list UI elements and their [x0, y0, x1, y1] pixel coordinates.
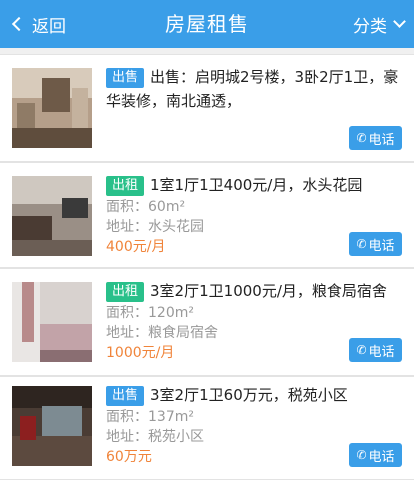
category-button[interactable]: 分类	[353, 0, 406, 48]
listing-type-badge: 出租	[106, 282, 145, 302]
listing-card[interactable]: 出售 3室2厅1卫60万元，税苑小区 面积：137m² 地址：税苑小区 60万元 …	[0, 376, 414, 480]
call-label: 电话	[368, 449, 395, 465]
call-label: 电话	[368, 132, 395, 148]
listing-title: 出售 出售：启明城2号楼，3卧2厅1卫，豪华装修，南北通透，	[106, 65, 400, 113]
call-button[interactable]: ✆ 电话	[349, 232, 402, 256]
listing-thumbnail	[12, 176, 92, 256]
call-label: 电话	[368, 238, 395, 254]
listing-area: 面积：120m²	[106, 305, 194, 321]
listing-price: 1000元/月	[106, 345, 175, 361]
call-button[interactable]: ✆ 电话	[349, 126, 402, 150]
listing-address: 地址：水头花园	[106, 219, 204, 235]
listing-type-badge: 出售	[106, 386, 145, 406]
listing-card[interactable]: 出租 1室1厅1卫400元/月，水头花园 面积：60m² 地址：水头花园 400元…	[0, 162, 414, 268]
listing-title: 出售 3室2厅1卫60万元，税苑小区	[106, 383, 400, 407]
phone-icon: ✆	[356, 343, 367, 357]
listing-card[interactable]: 出售 出售：启明城2号楼，3卧2厅1卫，豪华装修，南北通透， ✆ 电话	[0, 54, 414, 162]
listing-type-badge: 出租	[106, 176, 145, 196]
category-label: 分类	[353, 16, 387, 37]
listing-title-text: 3室2厅1卫60万元，税苑小区	[150, 386, 348, 404]
listing-thumbnail	[12, 68, 92, 148]
listing-area: 面积：60m²	[106, 199, 186, 215]
call-button[interactable]: ✆ 电话	[349, 443, 402, 467]
listing-type-badge: 出售	[106, 68, 145, 88]
phone-icon: ✆	[356, 131, 367, 145]
page-title: 房屋租售	[165, 12, 249, 36]
phone-icon: ✆	[356, 237, 367, 251]
call-button[interactable]: ✆ 电话	[349, 338, 402, 362]
listing-title: 出租 3室2厅1卫1000元/月，粮食局宿舍	[106, 279, 400, 303]
listing-title-text: 出售：启明城2号楼，3卧2厅1卫，豪华装修，南北通透，	[106, 68, 399, 110]
listing-title: 出租 1室1厅1卫400元/月，水头花园	[106, 173, 400, 197]
listing-thumbnail	[12, 386, 92, 466]
call-label: 电话	[368, 344, 395, 360]
listing-price: 400元/月	[106, 239, 166, 255]
listing-card[interactable]: 出租 3室2厅1卫1000元/月，粮食局宿舍 面积：120m² 地址：粮食局宿舍 …	[0, 268, 414, 376]
listing-title-text: 1室1厅1卫400元/月，水头花园	[150, 176, 363, 194]
listing-address: 地址：粮食局宿舍	[106, 325, 218, 341]
listing-thumbnail	[12, 282, 92, 362]
listing-title-text: 3室2厅1卫1000元/月，粮食局宿舍	[150, 282, 387, 300]
top-nav-bar: 返回 房屋租售 分类	[0, 0, 414, 48]
chevron-down-icon	[393, 15, 406, 28]
phone-icon: ✆	[356, 448, 367, 462]
listing-address: 地址：税苑小区	[106, 429, 204, 445]
listing-price: 60万元	[106, 449, 152, 465]
listing-area: 面积：137m²	[106, 409, 194, 425]
